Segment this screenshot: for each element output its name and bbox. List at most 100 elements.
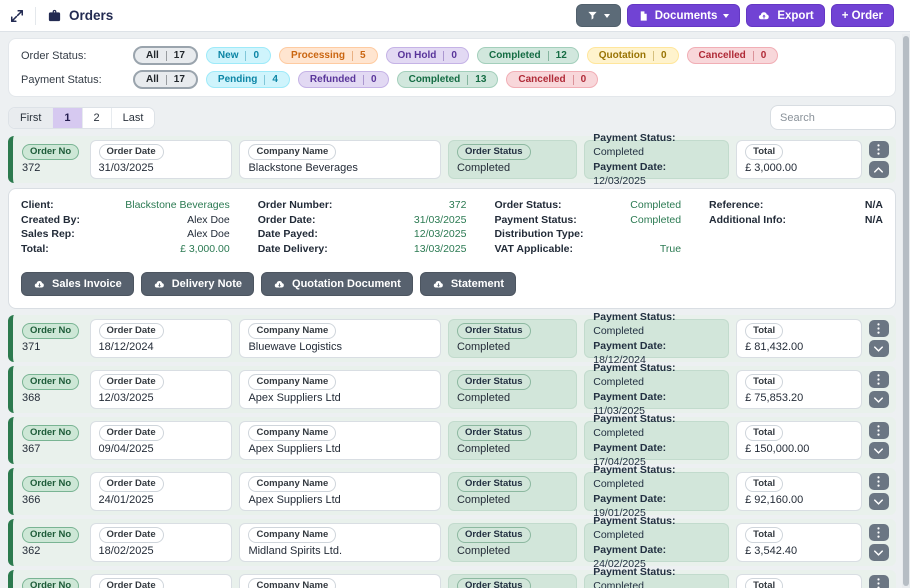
add-order-button[interactable]: + Order: [831, 4, 894, 27]
order-date-tag: Order Date: [99, 578, 164, 588]
company-tag: Company Name: [248, 323, 336, 339]
order-no-tag: Order No: [22, 374, 79, 390]
order-status-pill-onhold[interactable]: On Hold0: [386, 47, 469, 64]
sales-invoice-button[interactable]: Sales Invoice: [21, 272, 134, 296]
total-value: £ 92,160.00: [745, 494, 803, 507]
filters-panel: Order Status: All17 New0 Processing5 On …: [8, 38, 896, 97]
order-no-tag: Order No: [22, 527, 79, 543]
filter-dropdown-button[interactable]: [576, 4, 621, 27]
company-tag: Company Name: [248, 374, 336, 390]
payment-cell: Payment Status: Completed Payment Date: …: [584, 574, 729, 588]
order-status-pill-cancelled[interactable]: Cancelled0: [687, 47, 779, 64]
total-cell: Total £ 3,000.00: [736, 140, 861, 179]
detail-column-2: Order Number:372 Order Date:31/03/2025 D…: [258, 199, 467, 256]
pagination-first[interactable]: First: [9, 108, 53, 128]
order-row-368[interactable]: Order No 368 Order Date 12/03/2025 Compa…: [8, 366, 896, 413]
payment-status-pill-refunded[interactable]: Refunded0: [298, 71, 389, 88]
expand-row-button[interactable]: [869, 442, 889, 459]
order-date-cell: Order Date 31/03/2025: [90, 140, 233, 179]
pagination-last[interactable]: Last: [112, 108, 155, 128]
document-buttons: Sales Invoice Delivery Note Quotation Do…: [21, 272, 883, 296]
order-status-pill-new[interactable]: New0: [206, 47, 271, 64]
vertical-scrollbar[interactable]: [902, 34, 910, 588]
order-row-371[interactable]: Order No 371 Order Date 18/12/2024 Compa…: [8, 315, 896, 362]
order-status-pill-quotation[interactable]: Quotation0: [587, 47, 679, 64]
payment-status-filter-row: Payment Status: All17 Pending4 Refunded0…: [21, 70, 883, 89]
total-tag: Total: [745, 578, 783, 588]
detail-column-1: Client:Blackstone Beverages Created By:A…: [21, 199, 230, 256]
company-cell: Company Name Blackstone Beverages: [239, 140, 441, 179]
total-cell: Total £ 92,160.00: [736, 472, 861, 511]
payment-status-pill-cancelled[interactable]: Cancelled0: [506, 71, 598, 88]
row-menu-button[interactable]: [869, 575, 889, 588]
order-date-value: 12/03/2025: [99, 392, 154, 405]
vat-applicable-value: True: [660, 243, 681, 257]
total-tag: Total: [745, 527, 783, 543]
order-status-pill-completed[interactable]: Completed12: [477, 47, 579, 64]
pagination-page-1[interactable]: 1: [53, 108, 82, 128]
chevron-down-icon: [723, 14, 729, 18]
expand-row-button[interactable]: [869, 493, 889, 510]
order-detail-panel: Client:Blackstone Beverages Created By:A…: [8, 188, 896, 309]
company-value: Bluewave Logistics: [248, 341, 342, 354]
row-menu-button[interactable]: [869, 371, 889, 388]
order-row-366[interactable]: Order No 366 Order Date 24/01/2025 Compa…: [8, 468, 896, 515]
payment-status-pill-all[interactable]: All17: [133, 70, 198, 89]
collapse-row-button[interactable]: [869, 161, 889, 178]
funnel-icon: [587, 10, 598, 21]
export-button[interactable]: Export: [746, 4, 824, 27]
order-row-361[interactable]: Order No 361 Order Date 10/02/2025 Compa…: [8, 570, 896, 588]
expand-row-button[interactable]: [869, 544, 889, 561]
export-button-label: Export: [777, 10, 813, 22]
order-row-362[interactable]: Order No 362 Order Date 18/02/2025 Compa…: [8, 519, 896, 566]
company-value: Midland Spirits Ltd.: [248, 545, 342, 558]
date-payed-value: 12/03/2025: [414, 228, 467, 242]
row-menu-button[interactable]: [869, 473, 889, 490]
row-menu-button[interactable]: [869, 320, 889, 337]
company-cell: Company Name Midland Spirits Ltd.: [239, 523, 441, 562]
order-date-tag: Order Date: [99, 425, 164, 441]
order-status-value: Completed: [457, 443, 510, 456]
order-date-value: 18/02/2025: [99, 545, 154, 558]
order-status-tag: Order Status: [457, 425, 531, 441]
order-status-pill-processing[interactable]: Processing5: [279, 47, 377, 64]
content: Order Status: All17 New0 Processing5 On …: [0, 32, 910, 588]
row-menu-button[interactable]: [869, 141, 889, 158]
order-no-cell: Order No 366: [22, 476, 83, 507]
order-status-tag: Order Status: [457, 578, 531, 588]
total-cell: Total £ 150,000.00: [736, 421, 861, 460]
expand-row-button[interactable]: [869, 391, 889, 408]
payment-status-pill-completed[interactable]: Completed13: [397, 71, 499, 88]
expand-row-button[interactable]: [869, 340, 889, 357]
total-cell: Total £ 81,432.00: [736, 319, 861, 358]
order-number-value: 372: [449, 199, 467, 213]
expand-icon[interactable]: [10, 9, 24, 23]
scrollbar-thumb[interactable]: [903, 36, 909, 586]
order-no-value: 366: [22, 494, 40, 507]
company-cell: Company Name Apex Suppliers Ltd: [239, 421, 441, 460]
documents-button[interactable]: Documents: [627, 4, 741, 27]
row-menu-button[interactable]: [869, 524, 889, 541]
order-no-tag: Order No: [22, 476, 79, 492]
company-tag: Company Name: [248, 144, 336, 160]
order-status-pill-all[interactable]: All17: [133, 46, 198, 65]
row-menu-button[interactable]: [869, 422, 889, 439]
order-row-367[interactable]: Order No 367 Order Date 09/04/2025 Compa…: [8, 417, 896, 464]
order-no-value: 368: [22, 392, 40, 405]
search-input[interactable]: [770, 105, 896, 130]
order-row-372[interactable]: Order No 372 Order Date 31/03/2025 Compa…: [8, 136, 896, 183]
payment-status-pill-pending[interactable]: Pending4: [206, 71, 290, 88]
order-status-tag: Order Status: [457, 323, 531, 339]
delivery-note-button[interactable]: Delivery Note: [141, 272, 254, 296]
detail-order-status-value: Completed: [630, 199, 681, 213]
order-no-cell: Order No 367: [22, 425, 83, 456]
company-value: Apex Suppliers Ltd: [248, 494, 340, 507]
statement-button[interactable]: Statement: [420, 272, 516, 296]
quotation-document-button[interactable]: Quotation Document: [261, 272, 413, 296]
orders-list: Order No 372 Order Date 31/03/2025 Compa…: [8, 136, 896, 588]
order-status-cell: Order Status Completed: [448, 370, 577, 409]
payment-cell: Payment Status: Completed Payment Date: …: [584, 319, 729, 358]
order-date-value: 31/03/2025: [99, 162, 154, 175]
order-status-cell: Order Status Completed: [448, 523, 577, 562]
pagination-page-2[interactable]: 2: [83, 108, 112, 128]
